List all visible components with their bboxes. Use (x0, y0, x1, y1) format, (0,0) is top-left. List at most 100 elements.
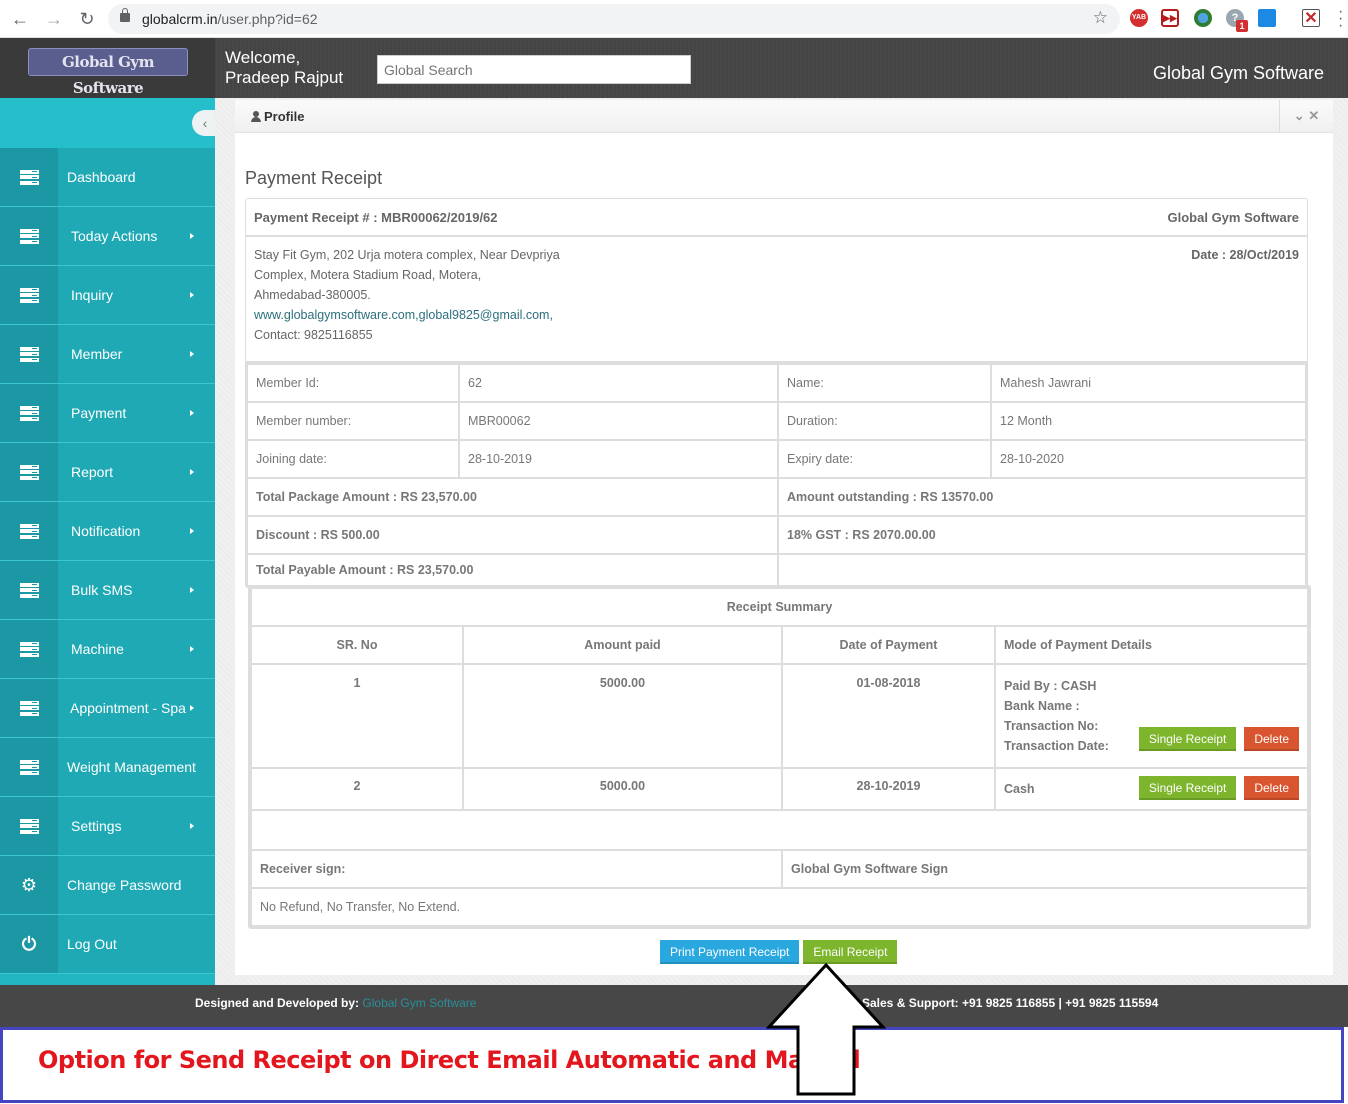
caret-right-icon (190, 233, 194, 239)
reload-icon[interactable]: ↻ (75, 7, 99, 31)
sidebar-item-label: Inquiry (71, 287, 114, 303)
sidebar-icon-cell (0, 148, 58, 206)
receipt-date: Date : 28/Oct/2019 (1191, 248, 1299, 262)
up-arrow-icon (766, 962, 886, 1096)
caret-right-icon (190, 705, 194, 711)
welcome-label: Welcome, (225, 48, 301, 67)
caret-right-icon (190, 410, 194, 416)
sidebar-item-label: Member (71, 346, 123, 362)
lock-icon (120, 8, 130, 22)
sidebar-item-settings[interactable]: Settings (0, 797, 215, 856)
table-row: Member Id: 62 Name: Mahesh Jawrani (246, 363, 1307, 403)
table-row: Total Package Amount : RS 23,570.00 Amou… (246, 477, 1307, 517)
paid-by: Paid By : CASH (1004, 679, 1097, 693)
payment-date: 01-08-2018 (781, 663, 996, 769)
sidebar-icon-cell (0, 561, 58, 619)
sidebar-icon-cell (0, 325, 58, 383)
summary-title-row: Receipt Summary (250, 587, 1309, 627)
print-receipt-button[interactable]: Print Payment Receipt (660, 940, 800, 964)
sidebar-icon-cell: ⚙ (0, 856, 58, 914)
welcome-message: Welcome, Pradeep Rajput (225, 48, 343, 88)
caret-right-icon (190, 587, 194, 593)
screen-extension-icon[interactable] (1258, 9, 1276, 27)
total-payable-amount: Total Payable Amount : RS 23,570.00 (246, 553, 779, 587)
joining-date-value: 28-10-2019 (458, 439, 779, 479)
sidebar-item-inquiry[interactable]: Inquiry (0, 266, 215, 325)
logo[interactable]: Global Gym Software (28, 48, 188, 97)
sidebar-item-change-password[interactable]: ⚙ Change Password (0, 856, 215, 915)
browser-menu-icon[interactable]: · · · (1338, 4, 1343, 34)
sidebar-icon-cell (0, 620, 58, 678)
delete-button[interactable]: Delete (1244, 776, 1299, 800)
receipt-number: Payment Receipt # : MBR00062/2019/62 (254, 210, 498, 225)
server-icon (19, 346, 39, 362)
sales-support: Sales & Support: +91 9825 116855 | +91 9… (862, 996, 1159, 1010)
brand-title: Global Gym Software (1152, 63, 1324, 83)
sidebar-item-appointment-spa[interactable]: Appointment - Spa (0, 679, 215, 738)
sidebar-item-label: Change Password (67, 877, 182, 893)
sidebar-item-machine[interactable]: Machine (0, 620, 215, 679)
close-panel-icon[interactable]: ✕ (1308, 108, 1319, 123)
sidebar-item-label: Notification (71, 523, 141, 539)
email-receipt-button[interactable]: Email Receipt (803, 940, 898, 964)
sidebar-item-notification[interactable]: Notification (0, 502, 215, 561)
global-search-input[interactable] (377, 55, 691, 84)
sidebar-item-log-out[interactable]: ⏻ Log Out (0, 915, 215, 974)
browser-toolbar: ← → ↻ globalcrm.in/user.php?id=62 ☆ YAB … (0, 0, 1348, 38)
name-value: Mahesh Jawrani (990, 363, 1307, 403)
sidebar-item-today-actions[interactable]: Today Actions (0, 207, 215, 266)
amount-paid: 5000.00 (462, 767, 783, 811)
url-text: globalcrm.in/user.php?id=62 (142, 11, 318, 27)
sidebar-item-member[interactable]: Member (0, 325, 215, 384)
user-icon (251, 111, 261, 122)
sidebar-icon-cell (0, 443, 58, 501)
sidebar-item-label: Today Actions (71, 228, 158, 244)
footer-credits: Designed and Developed by: Global Gym So… (195, 996, 476, 1010)
sr-number: 2 (250, 767, 464, 811)
bank-name: Bank Name : (1004, 699, 1080, 713)
blocked-extension-icon[interactable]: ✕ (1302, 9, 1320, 27)
sidebar-icon-cell (0, 738, 58, 796)
member-id-value: 62 (458, 363, 779, 403)
single-receipt-button[interactable]: Single Receipt (1138, 727, 1237, 751)
expiry-date-value: 28-10-2020 (990, 439, 1307, 479)
row-actions: Single Receipt Delete (1138, 776, 1299, 800)
sidebar-item-weight-management[interactable]: Weight Management (0, 738, 215, 797)
website-email-link[interactable]: www.globalgymsoftware.com,global9825@gma… (254, 305, 1299, 325)
member-id-label: Member Id: (246, 363, 460, 403)
annotation-text: Option for Send Receipt on Direct Email … (38, 1046, 861, 1074)
server-icon (19, 169, 39, 185)
sidebar-icon-cell (0, 266, 58, 324)
payment-mode-details: Paid By : CASH Bank Name : Transaction N… (1004, 676, 1299, 756)
spacer-row (250, 809, 1309, 851)
server-icon (19, 759, 39, 775)
amount-outstanding: Amount outstanding : RS 13570.00 (777, 477, 1307, 517)
delete-button[interactable]: Delete (1244, 727, 1299, 751)
footer-brand-link[interactable]: Global Gym Software (362, 996, 476, 1010)
collapse-panel-icon[interactable]: ⌄ (1294, 108, 1305, 123)
receipt-header: Payment Receipt # : MBR00062/2019/62 Glo… (246, 199, 1307, 237)
table-row: Joining date: 28-10-2019 Expiry date: 28… (246, 439, 1307, 479)
terms-text: No Refund, No Transfer, No Extend. (250, 887, 1309, 927)
caret-right-icon (190, 823, 194, 829)
idm-extension-icon[interactable] (1194, 9, 1212, 27)
sidebar-item-label: Machine (71, 641, 124, 657)
address-bar[interactable]: globalcrm.in/user.php?id=62 ☆ (108, 4, 1120, 34)
yab-extension-icon[interactable]: YAB (1130, 9, 1148, 27)
single-receipt-button[interactable]: Single Receipt (1138, 776, 1237, 800)
sidebar-item-report[interactable]: Report (0, 443, 215, 502)
back-icon[interactable]: ← (8, 7, 32, 31)
table-row: Total Payable Amount : RS 23,570.00 (246, 553, 1307, 587)
sidebar-icon-cell (0, 207, 58, 265)
annotation-box: Option for Send Receipt on Direct Email … (0, 1027, 1344, 1103)
sidebar-item-dashboard[interactable]: Dashboard (0, 148, 215, 207)
sidebar-top: ‹ (0, 98, 218, 148)
panel-tools: ⌄ ✕ (1279, 100, 1333, 133)
forward-icon[interactable]: → (42, 7, 66, 31)
sidebar: ‹ Dashboard Today Actions Inquiry Member Pay… (0, 98, 218, 985)
bookmark-star-icon[interactable]: ☆ (1093, 8, 1108, 28)
sidebar-item-bulk-sms[interactable]: Bulk SMS (0, 561, 215, 620)
sidebar-item-payment[interactable]: Payment (0, 384, 215, 443)
sidebar-icon-cell (0, 679, 58, 737)
media-extension-icon[interactable]: ▶▶ (1161, 9, 1179, 27)
